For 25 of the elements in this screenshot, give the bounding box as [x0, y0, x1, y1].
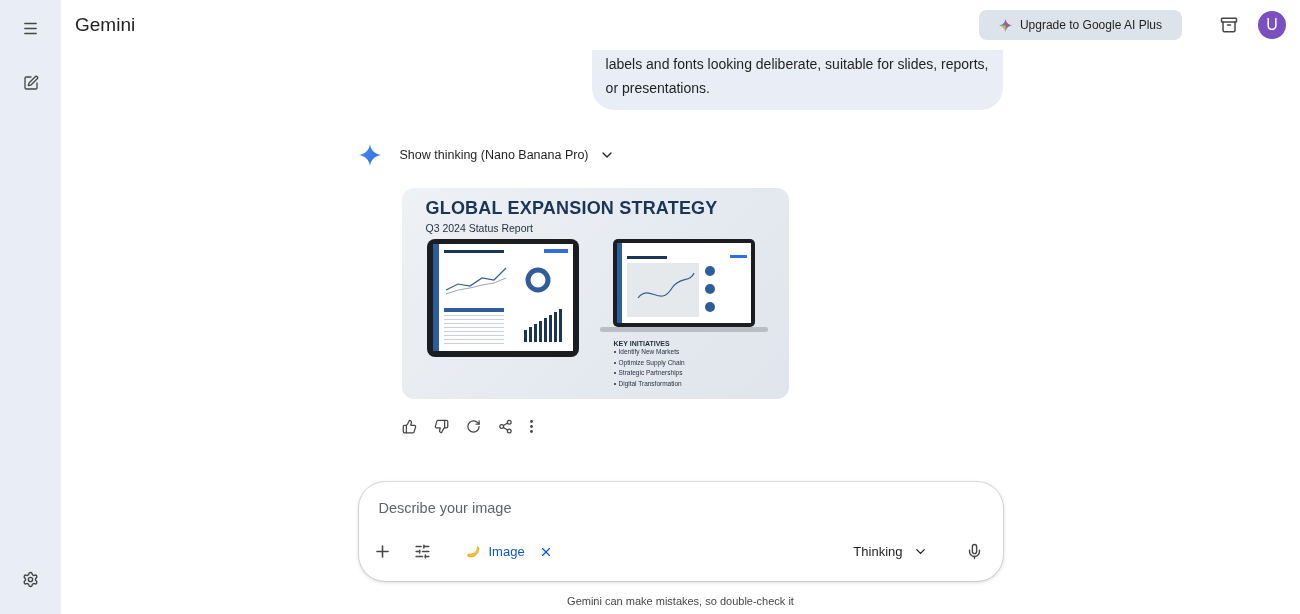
prompt-input-field[interactable]: Describe your image [378, 496, 989, 520]
thumbs-up-icon [401, 419, 417, 434]
slide-subtitle: Q3 2024 Status Report [425, 222, 533, 234]
sliders-icon [413, 543, 431, 560]
refresh-icon [465, 419, 481, 434]
upgrade-button[interactable]: Upgrade to Google AI Plus [978, 10, 1182, 40]
message-text: labels and fonts looking deliberate, suitable for slides, reports, [605, 55, 989, 74]
settings-icon [22, 571, 39, 588]
app-title: Gemini [75, 14, 137, 36]
edit-icon [22, 75, 39, 91]
user-avatar[interactable]: U [1258, 11, 1286, 39]
show-thinking-toggle[interactable]: Show thinking (Nano Banana Pro) [358, 144, 1003, 166]
disclaimer-text: Gemini can make mistakes, so double-check it [567, 595, 794, 607]
image-tool-chip[interactable]: Image [488, 544, 525, 559]
archive-icon [1220, 16, 1238, 34]
gemini-star-icon [358, 144, 381, 166]
menu-icon [22, 20, 39, 37]
sparkle-icon [998, 18, 1012, 32]
banana-icon [464, 543, 481, 560]
thumbs-down-icon [433, 419, 449, 434]
mode-selector[interactable]: Thinking [845, 540, 936, 563]
slide-title: GLOBAL EXPANSION STRATEGY [425, 198, 718, 219]
message-text: or presentations. [605, 79, 711, 98]
share-icon [497, 419, 513, 434]
more-icon [529, 420, 533, 433]
